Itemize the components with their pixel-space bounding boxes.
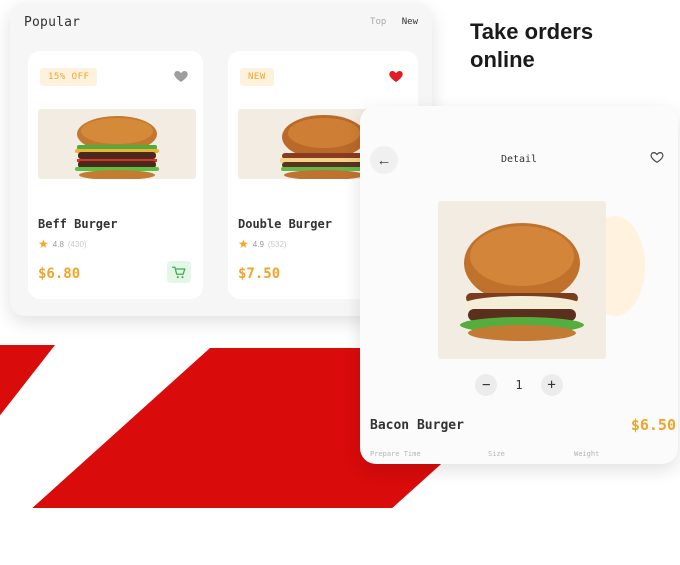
detail-title: Detail — [500, 154, 538, 165]
size-label: Size — [488, 450, 505, 458]
tab-new[interactable]: New — [402, 17, 418, 27]
tab-top[interactable]: Top — [370, 17, 386, 27]
quantity-value: 1 — [515, 378, 523, 392]
increase-button[interactable]: + — [540, 374, 563, 396]
detail-panel: ← Detail − 1 + Bacon Burger $6.50 Prepar… — [360, 106, 678, 464]
product-name: Double Burger — [238, 217, 332, 231]
product-price: $6.80 — [38, 266, 81, 282]
popular-tabs: Top New — [360, 17, 418, 27]
popular-title: Popular — [24, 15, 81, 30]
headline: Take orders online — [470, 18, 593, 74]
rating-reviews: (430) — [67, 239, 87, 249]
decorative-stripe-left — [0, 345, 55, 565]
discount-badge: 15% OFF — [40, 68, 98, 86]
product-rating: ★ 4.8 (430) — [38, 237, 87, 251]
product-name: Beff Burger — [38, 217, 118, 231]
quantity-stepper: − 1 + — [360, 374, 678, 396]
headline-line-2: online — [470, 47, 535, 72]
prepare-time-label: Prepare Time — [370, 450, 421, 458]
detail-product-price: $6.50 — [630, 416, 676, 434]
product-card-beff-burger[interactable]: 15% OFF Beff Burger ★ 4.8 (430) $6.80 — [28, 51, 203, 299]
rating-score: 4.9 — [252, 239, 264, 249]
detail-product-name: Bacon Burger — [370, 418, 464, 433]
rating-score: 4.8 — [52, 239, 64, 249]
product-rating: ★ 4.9 (532) — [238, 237, 287, 251]
beff-burger-image — [38, 109, 196, 179]
star-icon: ★ — [38, 237, 49, 251]
new-badge: NEW — [240, 68, 274, 86]
minus-icon: − — [482, 377, 491, 393]
product-price: $7.50 — [238, 266, 281, 282]
plus-icon: + — [547, 377, 556, 393]
heart-icon[interactable] — [173, 68, 189, 84]
star-icon: ★ — [238, 237, 249, 251]
weight-label: Weight — [574, 450, 600, 458]
headline-line-1: Take orders — [470, 19, 594, 44]
heart-icon[interactable] — [388, 68, 404, 84]
add-to-cart-button[interactable] — [167, 261, 191, 283]
heart-icon[interactable] — [650, 150, 664, 164]
rating-reviews: (532) — [267, 239, 287, 249]
bacon-burger-image — [438, 201, 606, 359]
cart-icon — [172, 266, 186, 278]
decrease-button[interactable]: − — [475, 374, 498, 396]
